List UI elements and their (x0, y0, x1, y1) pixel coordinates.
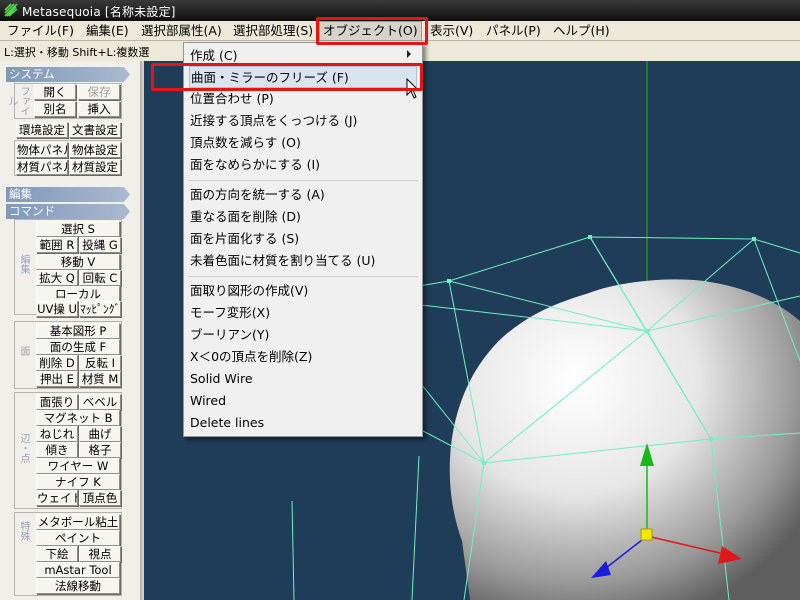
vertex-color-button[interactable]: 頂点色 (79, 490, 121, 506)
window-title: Metasequoia [名称未設定] (22, 5, 176, 19)
menu-item-freeze-surface-mirror[interactable]: 曲面・ミラーのフリーズ (F) (189, 66, 417, 88)
mastar-tool-button[interactable]: mAstar Tool (36, 562, 120, 578)
menu-view[interactable]: 表示(V) (430, 23, 473, 39)
menu-item-create[interactable]: 作成 (C) (189, 45, 417, 67)
magnet-button[interactable]: マグネット B (36, 410, 120, 426)
rotate-button[interactable]: 回転 C (79, 270, 121, 286)
menu-item-create-label: 作成 (C) (190, 48, 238, 63)
open-button[interactable]: 開く (34, 84, 76, 100)
menu-item-boolean[interactable]: ブーリアン(Y) (189, 324, 417, 346)
menu-item-delete-lines[interactable]: Delete lines (189, 412, 417, 434)
object-settings-button[interactable]: 物体設定 (69, 142, 121, 158)
metasequoia-logo-icon (4, 3, 18, 17)
submenu-arrow-icon (407, 50, 411, 58)
face-generate-button[interactable]: 面の生成 F (36, 339, 120, 355)
menu-item-reduce-vertices[interactable]: 頂点数を減らす (O) (189, 132, 417, 154)
menu-panel[interactable]: パネル(P) (486, 23, 541, 39)
document-settings-button[interactable]: 文書設定 (69, 122, 121, 138)
local-button[interactable]: ローカル (36, 286, 120, 302)
special-group-label: 特殊 (18, 521, 29, 541)
face-group-label: 面 (18, 346, 29, 356)
menu-object[interactable]: オブジェクト(O) (319, 21, 422, 41)
file-group-label: ファイル (6, 86, 29, 116)
material-button[interactable]: 材質 M (79, 371, 121, 387)
section-edit-header[interactable]: 編集 (6, 187, 130, 202)
menu-item-create-bevel-shape[interactable]: 面取り図形の作成(V) (189, 280, 417, 302)
twist-button[interactable]: ねじれ (36, 426, 78, 442)
menu-item-smooth-faces[interactable]: 面をなめらかにする (I) (189, 154, 417, 176)
viewpoint-button[interactable]: 視点 (79, 546, 121, 562)
menu-item-wired[interactable]: Wired (189, 390, 417, 412)
command-panel: システム ファイル 開く 保存 別名 挿入 環境設定 文書設定 物体パネル 物体… (0, 61, 142, 600)
menu-item-make-single-sided[interactable]: 面を片面化する (S) (189, 228, 417, 250)
bend-button[interactable]: 曲げ (79, 426, 121, 442)
paint-button[interactable]: ペイント (36, 530, 120, 546)
save-as-button[interactable]: 別名 (34, 101, 76, 117)
sphere-mesh[interactable] (449, 279, 800, 600)
menu-item-weld-near-vertices[interactable]: 近接する頂点をくっつける (J) (189, 110, 417, 132)
object-menu-dropdown: 作成 (C) 曲面・ミラーのフリーズ (F) 位置合わせ (P) 近接する頂点を… (183, 42, 423, 437)
menu-item-morph[interactable]: モーフ変形(X) (189, 302, 417, 324)
basic-shape-button[interactable]: 基本図形 P (36, 323, 120, 339)
menu-selection-process[interactable]: 選択部処理(S) (233, 23, 313, 39)
extrude-button[interactable]: 押出 E (36, 371, 78, 387)
save-button[interactable]: 保存 (78, 84, 120, 100)
metaball-button[interactable]: メタボール粘土 (36, 514, 120, 530)
lattice-button[interactable]: 格子 (79, 442, 121, 458)
menu-separator (188, 276, 418, 277)
menu-edit[interactable]: 編集(E) (86, 23, 129, 39)
scale-button[interactable]: 拡大 Q (36, 270, 78, 286)
delete-button[interactable]: 削除 D (36, 355, 78, 371)
material-panel-button[interactable]: 材質パネル (16, 159, 68, 175)
mapping-button[interactable]: ﾏｯﾋﾟﾝｸﾞ (79, 301, 121, 317)
weight-button[interactable]: ウェイト (36, 490, 78, 506)
menu-item-assign-material-uncolored[interactable]: 未着色面に材質を割り当てる (U) (189, 250, 417, 272)
edit-group-label: 編集 (18, 254, 29, 274)
title-bar: Metasequoia [名称未設定] (0, 0, 800, 21)
section-command-header[interactable]: コマンド (6, 204, 130, 219)
menu-item-align[interactable]: 位置合わせ (P) (189, 88, 417, 110)
menu-separator (188, 180, 418, 181)
mouse-cursor-icon (406, 78, 420, 99)
section-system-header[interactable]: システム (6, 67, 130, 82)
environment-settings-button[interactable]: 環境設定 (16, 122, 68, 138)
lasso-button[interactable]: 投縄 G (79, 237, 121, 253)
edge-vertex-group-label: 辺・点 (18, 433, 29, 463)
menu-bar: ファイル(F) 編集(E) 選択部属性(A) 選択部処理(S) オブジェクト(O… (0, 21, 800, 41)
menu-item-unify-face-direction[interactable]: 面の方向を統一する (A) (189, 184, 417, 206)
menu-item-delete-overlapping-faces[interactable]: 重なる面を削除 (D) (189, 206, 417, 228)
center-handle-icon[interactable] (640, 528, 653, 541)
knife-button[interactable]: ナイフ K (36, 474, 120, 490)
menu-item-delete-negative-x[interactable]: X＜0の頂点を削除(Z) (189, 346, 417, 368)
normal-move-button[interactable]: 法線移動 (36, 578, 120, 594)
stretch-face-button[interactable]: 面張り (36, 394, 78, 410)
material-settings-button[interactable]: 材質設定 (69, 159, 121, 175)
bevel-button[interactable]: ベベル (79, 394, 121, 410)
range-button[interactable]: 範囲 R (36, 237, 78, 253)
uv-edit-button[interactable]: UV操 U (36, 301, 78, 317)
wire-button[interactable]: ワイヤー W (36, 458, 120, 474)
menu-help[interactable]: ヘルプ(H) (553, 23, 610, 39)
move-button[interactable]: 移動 V (36, 254, 120, 270)
insert-button[interactable]: 挿入 (78, 101, 120, 117)
menu-item-solid-wire[interactable]: Solid Wire (189, 368, 417, 390)
menu-file[interactable]: ファイル(F) (7, 23, 74, 39)
menu-selection-attributes[interactable]: 選択部属性(A) (141, 23, 222, 39)
underlay-button[interactable]: 下絵 (36, 546, 78, 562)
tilt-button[interactable]: 傾き (36, 442, 78, 458)
hint-text: L:選択・移動 Shift+L:複数選 (4, 46, 150, 59)
select-button[interactable]: 選択 S (36, 221, 120, 237)
flip-button[interactable]: 反転 I (79, 355, 121, 371)
object-panel-button[interactable]: 物体パネル (16, 142, 68, 158)
